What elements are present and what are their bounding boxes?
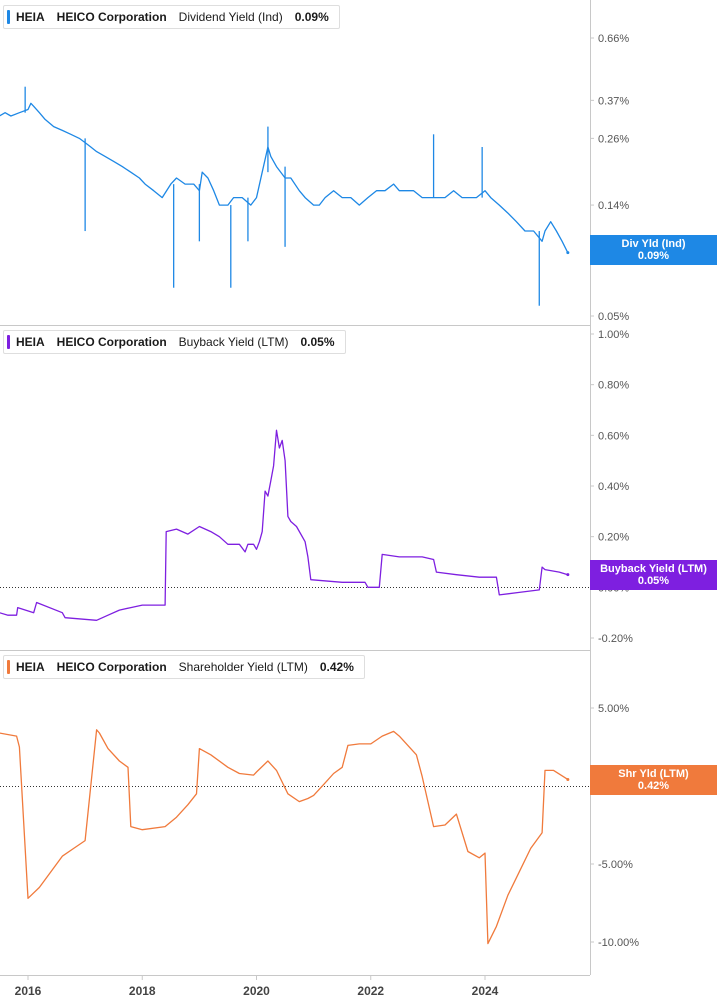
x-axis: 2016 2018 2020 2022 2024	[15, 975, 499, 998]
y-tick-label: -5.00%	[598, 859, 633, 871]
x-tick-label: 2016	[15, 984, 42, 998]
y-tick-label: -0.20%	[598, 633, 633, 645]
y-tick-label: 0.14%	[598, 200, 629, 212]
legend-ticker: HEIA	[16, 10, 45, 24]
series-line	[0, 729, 569, 945]
y-tick-label: 0.80%	[598, 380, 629, 392]
legend-swatch	[7, 660, 10, 674]
last-point	[566, 573, 570, 577]
value-tag-label: Div Yld (Ind)	[621, 238, 686, 250]
y-tick-label: 0.26%	[598, 133, 629, 145]
legend-metric: Buyback Yield (LTM)	[178, 335, 289, 349]
last-point	[566, 251, 570, 255]
legend-company: HEICO Corporation	[56, 10, 167, 24]
value-tag: Buyback Yield (LTM) 0.05%	[590, 560, 717, 590]
value-tag-value: 0.05%	[637, 575, 670, 587]
y-tick-label: 5.00%	[598, 703, 629, 715]
legend-metric: Dividend Yield (Ind)	[178, 10, 283, 24]
legend-current-value: 0.05%	[300, 335, 335, 349]
legend-current-value: 0.09%	[294, 10, 329, 24]
value-tag-value: 0.42%	[637, 780, 670, 792]
x-tick-label: 2018	[129, 984, 156, 998]
x-tick-label: 2020	[243, 984, 270, 998]
y-tick-label: 0.37%	[598, 95, 629, 107]
legend-swatch	[7, 335, 10, 349]
value-tag-label: Shr Yld (LTM)	[618, 768, 689, 780]
value-tag: Div Yld (Ind) 0.09%	[590, 235, 717, 265]
y-tick-label: 0.05%	[598, 311, 629, 323]
legend-company: HEICO Corporation	[56, 660, 167, 674]
y-tick-label: 0.40%	[598, 481, 629, 493]
legend-box: HEIA HEICO Corporation Shareholder Yield (…	[3, 655, 365, 679]
panel-1: 0.66% 0.37% 0.26% 0.14% 0.05%	[0, 33, 629, 323]
series-line	[0, 429, 568, 621]
value-tag-label: Buyback Yield (LTM)	[600, 563, 707, 575]
y-tick-label: -10.00%	[598, 937, 639, 949]
value-tag: Shr Yld (LTM) 0.42%	[590, 765, 717, 795]
x-tick-label: 2022	[357, 984, 384, 998]
panel-3: 5.00%0.00%-5.00%-10.00%	[0, 703, 639, 949]
legend-box: HEIA HEICO Corporation Buyback Yield (LTM)…	[3, 330, 346, 354]
y-tick-label: 1.00%	[598, 329, 629, 341]
x-tick-label: 2024	[472, 984, 499, 998]
last-point	[566, 777, 570, 781]
legend-company: HEICO Corporation	[56, 335, 167, 349]
chart-canvas: 0.66% 0.37% 0.26% 0.14% 0.05% 1.00% 0.80% 0.60%…	[0, 0, 639, 998]
y-tick-label: 0.66%	[598, 33, 629, 45]
legend-box: HEIA HEICO Corporation Dividend Yield (Ind…	[3, 5, 340, 29]
legend-ticker: HEIA	[16, 660, 45, 674]
y-tick-label: 0.60%	[598, 430, 629, 442]
y-tick-label: 0.20%	[598, 532, 629, 544]
panel-2: 1.00%0.80%0.60%0.40%0.20%0.00%-0.20%	[0, 329, 633, 645]
value-tag-value: 0.09%	[637, 250, 670, 262]
legend-ticker: HEIA	[16, 335, 45, 349]
legend-swatch	[7, 10, 10, 24]
legend-metric: Shareholder Yield (LTM)	[178, 660, 308, 674]
legend-current-value: 0.42%	[319, 660, 354, 674]
